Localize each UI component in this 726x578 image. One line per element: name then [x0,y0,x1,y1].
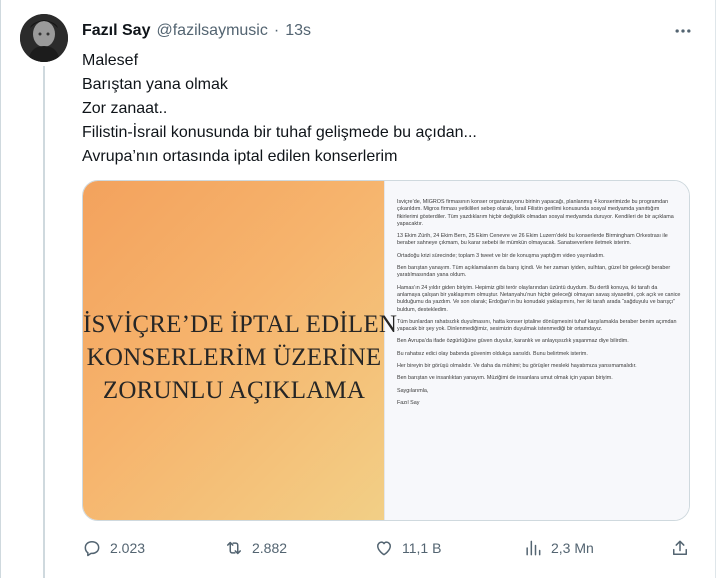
more-icon [675,29,691,33]
media-title: İSVİÇRE’DE İPTAL EDİLEN KONSERLERİM ÜZER… [83,308,398,407]
retweet-button[interactable]: 2.882 [224,536,287,560]
document-paragraph: Hamas’ın 24 yıldır giden biriyim. Hepimi… [396,284,681,313]
media-title-line: ZORUNLU AÇIKLAMA [102,377,366,404]
document-paragraph: Bu rahatsız edici olay babında güvenim o… [396,350,588,357]
views-count: 2,3 Mn [551,540,594,556]
views-button[interactable]: 2,3 Mn [523,536,594,560]
reply-count: 2.023 [110,540,146,556]
document-paragraph: İsviçre’de, MİGROS firmasının konser org… [396,199,674,227]
tweet-text: Malesef Barıştan yana olmak Zor zanaat..… [82,49,682,169]
document-paragraph: Saygılarımla, [396,387,429,394]
media-title-panel: İSVİÇRE’DE İPTAL EDİLEN KONSERLERİM ÜZER… [83,181,398,520]
reply-icon [84,541,100,557]
document-paragraph: Ben Avrupa’da ifade özgürlüğüne güven du… [396,338,629,345]
avatar-image [20,14,68,62]
media-document-panel: İsviçre’de, MİGROS firmasının konser org… [383,181,689,520]
divider-left [0,0,1,578]
tweet-card[interactable]: Fazıl Say @fazilsaymusic · 13s Malesef B… [0,0,726,578]
heart-icon [377,541,391,556]
document-paragraph: Ben barıştan ve insanlıktan yanayım. Müz… [396,375,613,382]
reply-button[interactable]: 2.023 [82,536,145,560]
tweet-timestamp[interactable]: 13s [285,22,311,40]
document-paragraph: 13 Ekim Zürih, 24 Ekim Bern, 25 Ekim Cen… [396,233,668,247]
tweet-line: Malesef [82,52,139,69]
retweet-count: 2.882 [252,540,288,556]
author-handle[interactable]: @fazilsaymusic [156,22,267,40]
thread-line [43,66,45,578]
author-name[interactable]: Fazıl Say [82,22,150,40]
tweet-media-image[interactable]: İSVİÇRE’DE İPTAL EDİLEN KONSERLERİM ÜZER… [82,180,690,521]
share-button[interactable] [670,536,690,560]
like-count: 11,1 B [402,540,442,556]
tweet-line: Filistin-İsrail konusunda bir tuhaf geli… [82,124,477,141]
document-paragraph: Ortadoğu krizi sürecinde; toplam 3 tweet… [396,252,605,259]
document-paragraph: Her bireyin bir görüşü olmalıdır. Ve dah… [396,363,637,370]
tweet-actions: 2.023 2.882 11,1 B 2,3 Mn [82,536,702,560]
media-title-line: İSVİÇRE’DE İPTAL EDİLEN [83,311,398,338]
divider-right [715,0,716,578]
share-icon [673,540,687,555]
more-options-button[interactable] [668,18,698,44]
tweet-line: Barıştan yana olmak [82,76,228,93]
avatar[interactable] [20,14,68,62]
document-paragraph: Ben barıştan yanayım. Tüm açıklamalarım … [396,265,671,279]
tweet-line: Zor zanaat.. [82,100,168,117]
like-button[interactable]: 11,1 B [374,536,441,560]
tweet-header: Fazıl Say @fazilsaymusic · 13s [82,20,311,42]
tweet-line: Avrupa’nın ortasında iptal edilen konser… [82,148,398,165]
retweet-icon [227,541,241,555]
document-paragraph: Tüm bunlardan rahatsızlık duyulmasını, h… [396,318,677,333]
separator-dot: · [273,22,280,39]
media-title-line: KONSERLERİM ÜZERİNE [86,344,382,371]
document-paragraph: Fazıl Say [396,399,420,406]
views-icon [526,540,541,556]
